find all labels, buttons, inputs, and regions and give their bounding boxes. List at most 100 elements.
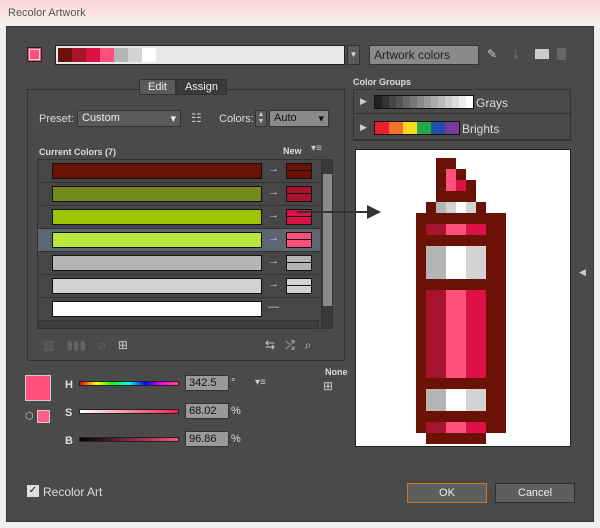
- harmony-swatch[interactable]: [128, 48, 142, 62]
- marker-pixel: [446, 433, 456, 444]
- harmony-swatch[interactable]: [72, 48, 86, 62]
- harmony-dropdown-button[interactable]: ▼: [347, 45, 360, 65]
- harmony-swatch[interactable]: [58, 48, 72, 62]
- arrow-right-icon[interactable]: →: [268, 278, 279, 290]
- group-swatch: [431, 96, 438, 108]
- no-change-icon[interactable]: —: [268, 301, 279, 313]
- color-group-swatches[interactable]: [374, 121, 460, 135]
- expand-triangle-icon[interactable]: ▶: [360, 96, 367, 107]
- marker-pixel: [446, 400, 456, 411]
- tab-edit[interactable]: Edit: [139, 79, 176, 95]
- randomize-saturation-icon[interactable]: ⤮: [285, 338, 295, 353]
- collapse-panel-icon[interactable]: ◀: [579, 267, 586, 278]
- marker-pixel: [456, 213, 466, 224]
- marker-pixel: [436, 323, 446, 334]
- saturation-input[interactable]: 68.02: [185, 403, 229, 419]
- color-group-name: Grays: [476, 96, 509, 110]
- options-menu-icon[interactable]: ▾≡: [311, 143, 322, 154]
- colors-select[interactable]: Auto ▾: [269, 110, 329, 127]
- current-color-bar[interactable]: [52, 255, 262, 271]
- trash-icon[interactable]: [557, 48, 566, 60]
- brightness-slider[interactable]: [79, 437, 179, 442]
- marker-pixel: [456, 169, 466, 180]
- scrollbar-thumb[interactable]: [323, 174, 332, 306]
- expand-triangle-icon[interactable]: ▶: [360, 122, 367, 133]
- merge-colors-icon[interactable]: ▥: [43, 338, 54, 353]
- color-row[interactable]: →: [38, 252, 320, 275]
- color-group-row[interactable]: ▶ Brights: [354, 116, 572, 140]
- marker-pixel: [436, 301, 446, 312]
- exclude-color-icon[interactable]: ⧄: [98, 338, 106, 353]
- arrow-right-icon[interactable]: →: [268, 186, 279, 198]
- harmony-color-strip[interactable]: [55, 45, 345, 65]
- current-color-bar[interactable]: [52, 278, 262, 294]
- marker-pixel: [496, 400, 506, 411]
- group-swatch: [445, 122, 459, 134]
- brightness-label: B: [65, 435, 73, 447]
- color-mode-menu-icon[interactable]: ▾≡: [255, 377, 266, 388]
- marker-pixel: [436, 169, 446, 180]
- arrow-right-icon[interactable]: →: [268, 232, 279, 244]
- marker-pixel: [436, 334, 446, 345]
- current-color-bar[interactable]: [52, 186, 262, 202]
- marker-pixel: [466, 389, 476, 400]
- preset-select[interactable]: Custom ▾: [77, 110, 181, 127]
- web-safe-color-swatch[interactable]: [37, 410, 50, 423]
- new-color-swatch[interactable]: [286, 232, 312, 248]
- marker-pixel: [426, 422, 436, 433]
- color-library-icon[interactable]: ⊞: [323, 379, 333, 393]
- colors-stepper[interactable]: ▲ ▼: [255, 110, 267, 127]
- marker-pixel: [456, 290, 466, 301]
- color-row[interactable]: →: [38, 183, 320, 206]
- current-color-bar[interactable]: [52, 209, 262, 225]
- color-row[interactable]: —: [38, 298, 320, 321]
- cancel-button[interactable]: Cancel: [495, 483, 575, 503]
- brightness-input[interactable]: 96.86: [185, 431, 229, 447]
- color-row[interactable]: →: [38, 206, 320, 229]
- color-group-name: Brights: [462, 122, 500, 136]
- hue-input[interactable]: 342.5: [185, 375, 229, 391]
- preset-options-icon[interactable]: ☷: [191, 111, 202, 125]
- folder-icon[interactable]: [535, 49, 549, 59]
- randomize-order-icon[interactable]: ⇆: [265, 338, 275, 353]
- marker-pixel: [466, 323, 476, 334]
- separate-colors-icon[interactable]: ▮▮▮: [66, 338, 86, 353]
- recolor-art-checkbox[interactable]: ✓: [27, 485, 39, 497]
- saturation-slider[interactable]: [79, 409, 179, 414]
- marker-pixel: [426, 367, 436, 378]
- find-color-icon[interactable]: ⌕: [305, 338, 312, 353]
- color-row[interactable]: →: [38, 229, 320, 252]
- hue-slider[interactable]: [79, 381, 179, 386]
- list-scrollbar[interactable]: [321, 159, 333, 329]
- new-row-icon[interactable]: ⊞: [118, 338, 128, 353]
- color-group-row[interactable]: ▶ Grays: [354, 90, 572, 114]
- harmony-swatch[interactable]: [100, 48, 114, 62]
- new-color-swatch[interactable]: [286, 255, 312, 271]
- arrow-right-icon[interactable]: →: [268, 255, 279, 267]
- harmony-swatch[interactable]: [114, 48, 128, 62]
- color-mode-cube-icon[interactable]: ⬡: [25, 411, 34, 422]
- harmony-swatch[interactable]: [142, 48, 156, 62]
- arrow-right-icon[interactable]: →: [268, 209, 279, 221]
- eyedropper-icon[interactable]: ✎: [487, 47, 497, 61]
- arrow-right-icon[interactable]: →: [268, 163, 279, 175]
- current-color-bar[interactable]: [52, 232, 262, 248]
- marker-pixel: [486, 257, 496, 268]
- current-color-bar[interactable]: [52, 301, 262, 317]
- new-color-swatch[interactable]: [286, 186, 312, 202]
- current-color-bar[interactable]: [52, 163, 262, 179]
- color-row[interactable]: →: [38, 160, 320, 183]
- none-label: None: [325, 367, 348, 377]
- current-color-swatch[interactable]: [27, 47, 42, 62]
- active-color-swatch[interactable]: [25, 375, 51, 401]
- ok-button[interactable]: OK: [407, 483, 487, 503]
- new-color-swatch[interactable]: [286, 278, 312, 294]
- color-group-swatches[interactable]: [374, 95, 474, 109]
- marker-pixel: [496, 246, 506, 257]
- tab-assign[interactable]: Assign: [175, 79, 227, 95]
- color-row[interactable]: →: [38, 275, 320, 298]
- color-group-name-field[interactable]: Artwork colors: [369, 45, 479, 65]
- harmony-swatch[interactable]: [86, 48, 100, 62]
- new-color-swatch[interactable]: [286, 163, 312, 179]
- save-group-icon[interactable]: ⤓: [513, 47, 518, 62]
